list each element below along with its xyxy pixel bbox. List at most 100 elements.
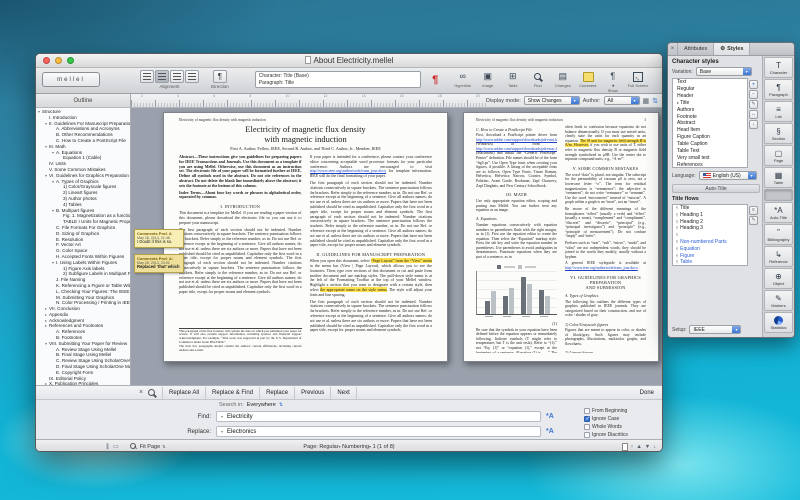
setup-select[interactable]: IEEE ▾ (689, 325, 742, 334)
title-flow-item[interactable]: ¶ Equation (673, 246, 747, 253)
search-option[interactable]: Ignore Case (584, 415, 656, 423)
transfer-style-button[interactable]: ↔ (749, 110, 758, 119)
author-select[interactable]: All ▾ (603, 96, 640, 105)
text-options-icon[interactable]: *A (546, 413, 554, 420)
checkbox[interactable] (584, 432, 590, 438)
style-list-item[interactable]: ▸Very small text (673, 155, 747, 162)
toolbar-button[interactable]: ▣▾ Image (476, 70, 500, 93)
recent-searches-icon[interactable]: ▾ (221, 429, 223, 434)
add-style-button[interactable]: + (749, 80, 758, 89)
flow-list-button[interactable]: ≡ (749, 206, 758, 215)
style-list-item[interactable]: ▸Table Caption (673, 141, 747, 148)
search-option[interactable]: Whole Words (584, 423, 656, 431)
remove-style-button[interactable]: − (749, 90, 758, 99)
find-action-button[interactable]: Replace & Find (206, 386, 261, 399)
search-in-value[interactable]: Everywhere (247, 402, 276, 408)
align-right-button[interactable] (170, 70, 184, 83)
style-list-item[interactable]: ▸Table Text (673, 148, 747, 155)
toolbar-button[interactable]: ▾ Comment (576, 70, 600, 93)
palette-tool-button[interactable]: ⊕ Object (764, 268, 793, 289)
close-icon[interactable]: × (136, 389, 146, 396)
display-mode-select[interactable]: Show Changes ▾ (523, 96, 580, 105)
close-icon[interactable]: × (668, 43, 678, 55)
replace-input[interactable]: ▾ Electronics (216, 426, 541, 437)
toolbar-button[interactable]: ¶ ▾ Show (601, 70, 625, 93)
stepper-icon[interactable]: ⇅ (279, 402, 283, 408)
tab-attributes[interactable]: Attributes (678, 43, 715, 55)
auto-title-section-header[interactable]: Auto-Title (672, 184, 760, 193)
document-proxy-icon[interactable] (304, 56, 311, 64)
align-justify-button[interactable] (185, 70, 199, 83)
done-button[interactable]: Done (640, 390, 654, 396)
align-center-button[interactable] (155, 70, 169, 83)
style-list-item[interactable]: ▸Figure Caption (673, 134, 747, 141)
toolbar-button[interactable]: ▤▾ Changes (551, 70, 575, 93)
checkbox[interactable] (584, 424, 590, 430)
style-list-item[interactable]: ▸Abstract (673, 120, 747, 127)
align-left-button[interactable] (140, 70, 154, 83)
hyperlink[interactable]: http://www.ieee.org/authortools/trans_jo… (565, 266, 638, 270)
page-1[interactable]: Electricity of magnetic flux density wit… (163, 112, 448, 362)
checkbox[interactable] (584, 408, 590, 414)
style-list-item[interactable]: ▸Header (673, 93, 747, 100)
toolbar-button[interactable]: ∞▾ Hyperlink (451, 70, 475, 93)
title-flow-item[interactable]: ¶ Figure (673, 253, 747, 260)
style-list-item[interactable]: ▸Authors (673, 107, 747, 114)
style-indicator[interactable]: Character: Title (Base) Paragraph: Title (254, 71, 421, 88)
tab-styles[interactable]: ⚙ Styles (714, 43, 751, 55)
palette-tool-button[interactable]: ≡ List (764, 101, 793, 122)
search-icon[interactable] (146, 388, 158, 398)
palette-tool-button[interactable]: ▢ Page (764, 145, 793, 166)
find-input[interactable]: ▾ Electricity (216, 411, 541, 422)
palette-tool-button[interactable]: ¶ Paragraph (764, 79, 793, 100)
import-style-button[interactable]: ↓ (749, 120, 758, 129)
comment-note[interactable]: Comments Prof. A May 28, 2013, 21:48 I D… (134, 229, 184, 248)
language-select[interactable]: English (US) ▾ (698, 171, 757, 180)
palette-tool-button[interactable] (764, 189, 793, 201)
checkbox[interactable] (584, 416, 590, 422)
style-list-item[interactable]: ▸Head Item (673, 127, 747, 134)
style-list-item[interactable]: ▸Footnote (673, 114, 747, 121)
palette-tool-button[interactable]: T Character (764, 57, 793, 78)
title-flow-item[interactable]: ¶ Table (673, 259, 747, 265)
toolbar-button[interactable]: ▾ Full Screen (626, 70, 650, 93)
palette-tool-button[interactable]: *A Auto-Title (764, 202, 793, 223)
edit-style-button[interactable]: ✎ (749, 100, 758, 109)
style-list-item[interactable]: ▸ Title (673, 100, 747, 107)
title-flow-item[interactable]: ¶ Non-numbered Parts (673, 239, 747, 246)
flow-edit-button[interactable]: ✎ (749, 216, 758, 225)
toolbar-button[interactable]: ▾ Find (526, 70, 550, 93)
text-options-icon[interactable]: *A (546, 428, 554, 435)
toolbar-button[interactable]: ⊞▾ Table (501, 70, 525, 93)
recent-searches-icon[interactable]: ▾ (221, 414, 223, 419)
direction-button[interactable]: ¶ (212, 70, 227, 83)
variation-select[interactable]: Base ▾ (695, 67, 752, 76)
find-action-button[interactable]: Previous (295, 386, 332, 399)
find-action-button[interactable]: Next (331, 386, 357, 399)
style-list-item[interactable]: ▸Regular (673, 86, 747, 93)
page-3[interactable]: Electricity of magnetic flux density wit… (463, 112, 659, 362)
style-list-item[interactable]: ▸References (673, 162, 747, 167)
grid-view-icon[interactable]: ▦ (643, 97, 650, 105)
search-option[interactable]: From Beginning (584, 407, 656, 415)
title-flow-item[interactable]: ¶ (673, 232, 747, 239)
title-flow-item[interactable]: ¶ Heading 1 (673, 212, 747, 219)
hyperlink[interactable]: http://www.adobe.com/support/downloads/p… (476, 138, 557, 142)
palette-tool-button[interactable]: § Section (764, 123, 793, 144)
palette-tool-button[interactable]: ✎ Markers (764, 290, 793, 311)
title-bar[interactable]: About Electricity.mellel (36, 54, 662, 68)
style-list-item[interactable]: ▸Text (673, 79, 747, 86)
title-flow-item[interactable]: ¶ Heading 3 (673, 225, 747, 232)
palette-tool-button[interactable]: ” Bibliography (764, 224, 793, 245)
comment-note[interactable]: Comments Prof. A: May 28, 2013, 23:02 Re… (134, 254, 184, 273)
document-viewport[interactable]: Electricity of magnetic flux density wit… (131, 108, 662, 385)
palette-tool-button[interactable]: Statistics (764, 312, 793, 333)
figure-chart[interactable] (476, 264, 557, 319)
title-flow-item[interactable]: ¶ Heading 2 (673, 219, 747, 226)
palette-tool-button[interactable]: ↳ Reference (764, 246, 793, 267)
find-action-button[interactable]: Replace All (163, 386, 207, 399)
title-flow-item[interactable]: ¶ Title (673, 205, 747, 212)
show-invisibles-button[interactable]: ¶ (428, 72, 443, 87)
search-option[interactable]: Ignore Diacritics (584, 431, 656, 439)
find-action-button[interactable]: Replace (260, 386, 296, 399)
